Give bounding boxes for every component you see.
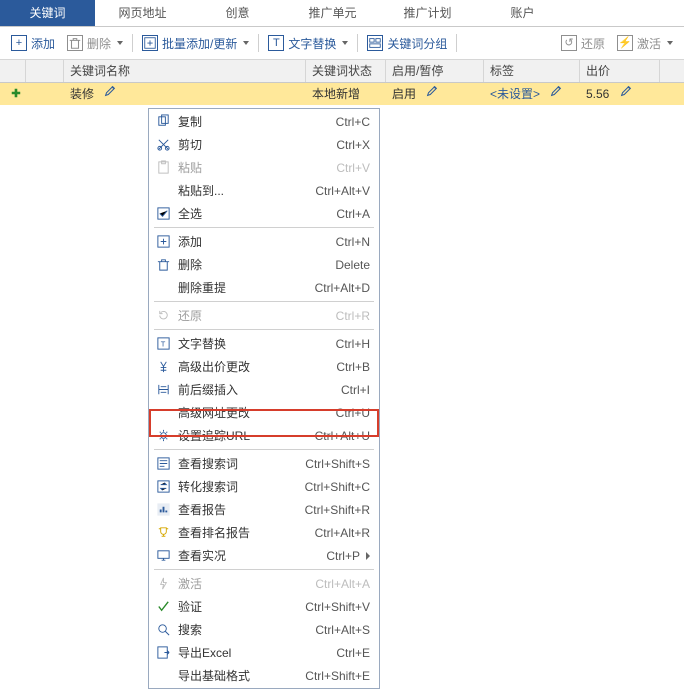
cell-enable: 启用 [386,83,484,105]
select-all-icon [154,205,172,223]
header-tag[interactable]: 标签 [484,60,580,82]
menu-search[interactable]: 搜索 Ctrl+Alt+S [150,618,378,641]
header-status-icon [26,60,64,82]
price-icon [154,358,172,376]
bulk-add-button[interactable]: 批量添加/更新 [137,32,254,55]
scissors-icon [154,136,172,154]
edit-icon[interactable] [103,83,117,97]
grid-header: 关键词名称 关键词状态 启用/暂停 标签 出价 [0,60,684,83]
edit-icon[interactable] [425,83,439,97]
context-menu: 复制 Ctrl+C 剪切 Ctrl+X 粘贴 Ctrl+V 粘贴到... Ctr… [148,108,380,689]
cell-tag: <未设置> [484,83,580,105]
cell-name: 装修 [64,83,306,105]
menu-verify[interactable]: 验证 Ctrl+Shift+V [150,595,378,618]
group-label: 关键词分组 [387,35,447,52]
restore-icon [154,307,172,325]
menu-see-report[interactable]: 查看报告 Ctrl+Shift+R [150,498,378,521]
export-icon [154,644,172,662]
svg-text:T: T [160,339,165,348]
activate-label: 激活 [637,35,661,52]
tab-creative[interactable]: 创意 [190,0,285,26]
menu-export-basic[interactable]: 导出基础格式 Ctrl+Shift+E [150,664,378,687]
activate-icon [154,575,172,593]
monitor-icon [154,547,172,565]
activate-icon: ⚡ [617,35,633,51]
menu-activate: 激活 Ctrl+Alt+A [150,572,378,595]
restore-label: 还原 [581,35,605,52]
menu-select-all[interactable]: 全选 Ctrl+A [150,202,378,225]
menu-add[interactable]: 添加 Ctrl+N [150,230,378,253]
menu-delete-dup[interactable]: 删除重提 Ctrl+Alt+D [150,276,378,299]
header-price[interactable]: 出价 [580,60,660,82]
menu-live-view[interactable]: 查看实况 Ctrl+P [150,544,378,567]
menu-restore: 还原 Ctrl+R [150,304,378,327]
menu-copy[interactable]: 复制 Ctrl+C [150,110,378,133]
menu-conv-search[interactable]: 转化搜索词 Ctrl+Shift+C [150,475,378,498]
menu-cut[interactable]: 剪切 Ctrl+X [150,133,378,156]
trash-icon [67,35,83,51]
edit-icon[interactable] [549,83,563,97]
menu-adv-bid[interactable]: 高级出价更改 Ctrl+B [150,355,378,378]
plus-icon: + [11,35,27,51]
text-replace-icon: T [154,335,172,353]
trash-icon [154,256,172,274]
paste-icon [154,159,172,177]
tab-plan[interactable]: 推广计划 [380,0,475,26]
cell-price: 5.56 [580,83,660,105]
chevron-down-icon [667,41,673,45]
text-replace-icon: T [268,35,284,51]
menu-adv-url[interactable]: 高级网址更改 Ctrl+U [150,401,378,424]
bulk-label: 批量添加/更新 [162,35,237,52]
check-icon [154,598,172,616]
header-checkbox[interactable] [0,60,26,82]
chart-icon [154,501,172,519]
text-replace-label: 文字替换 [288,35,336,52]
prefix-icon [154,381,172,399]
new-row-icon: ✚ [10,88,22,100]
menu-prefix[interactable]: 前后缀插入 Ctrl+I [150,378,378,401]
search-list-icon [154,455,172,473]
menu-track-url[interactable]: 设置追踪URL Ctrl+Alt+U [150,424,378,447]
tab-unit[interactable]: 推广单元 [285,0,380,26]
restore-icon: ↺ [561,35,577,51]
tab-account[interactable]: 账户 [475,0,570,26]
chevron-down-icon [117,41,123,45]
header-name[interactable]: 关键词名称 [64,60,306,82]
delete-label: 删除 [87,35,111,52]
gear-icon [154,427,172,445]
tab-keyword[interactable]: 关键词 [0,0,95,26]
menu-text-replace[interactable]: T 文字替换 Ctrl+H [150,332,378,355]
copy-icon [154,113,172,131]
header-status[interactable]: 关键词状态 [306,60,386,82]
convert-icon [154,478,172,496]
main-tabs: 关键词 网页地址 创意 推广单元 推广计划 账户 [0,0,684,27]
menu-paste-to[interactable]: 粘贴到... Ctrl+Alt+V [150,179,378,202]
chevron-right-icon [366,552,370,560]
tab-url[interactable]: 网页地址 [95,0,190,26]
toolbar: + 添加 删除 批量添加/更新 T 文字替换 关键词分组 ↺ 还原 ⚡ 激活 [0,27,684,60]
text-replace-button[interactable]: T 文字替换 [263,32,353,55]
menu-rank-report[interactable]: 查看排名报告 Ctrl+Alt+R [150,521,378,544]
menu-see-search[interactable]: 查看搜索词 Ctrl+Shift+S [150,452,378,475]
add-button[interactable]: + 添加 [6,32,60,55]
plus-icon [154,233,172,251]
menu-delete[interactable]: 删除 Delete [150,253,378,276]
chevron-down-icon [243,41,249,45]
search-icon [154,621,172,639]
group-icon [367,35,383,51]
chevron-down-icon [342,41,348,45]
trophy-icon [154,524,172,542]
cell-status: 本地新增 [306,83,386,105]
bulk-icon [142,35,158,51]
delete-button[interactable]: 删除 [62,32,128,55]
restore-button[interactable]: ↺ 还原 [556,32,610,55]
edit-icon[interactable] [619,83,633,97]
add-label: 添加 [31,35,55,52]
header-enable[interactable]: 启用/暂停 [386,60,484,82]
menu-export-excel[interactable]: 导出Excel Ctrl+E [150,641,378,664]
activate-button[interactable]: ⚡ 激活 [612,32,678,55]
table-row[interactable]: ✚ 装修 本地新增 启用 <未设置> 5.56 [0,83,684,105]
menu-paste: 粘贴 Ctrl+V [150,156,378,179]
keyword-group-button[interactable]: 关键词分组 [362,32,452,55]
